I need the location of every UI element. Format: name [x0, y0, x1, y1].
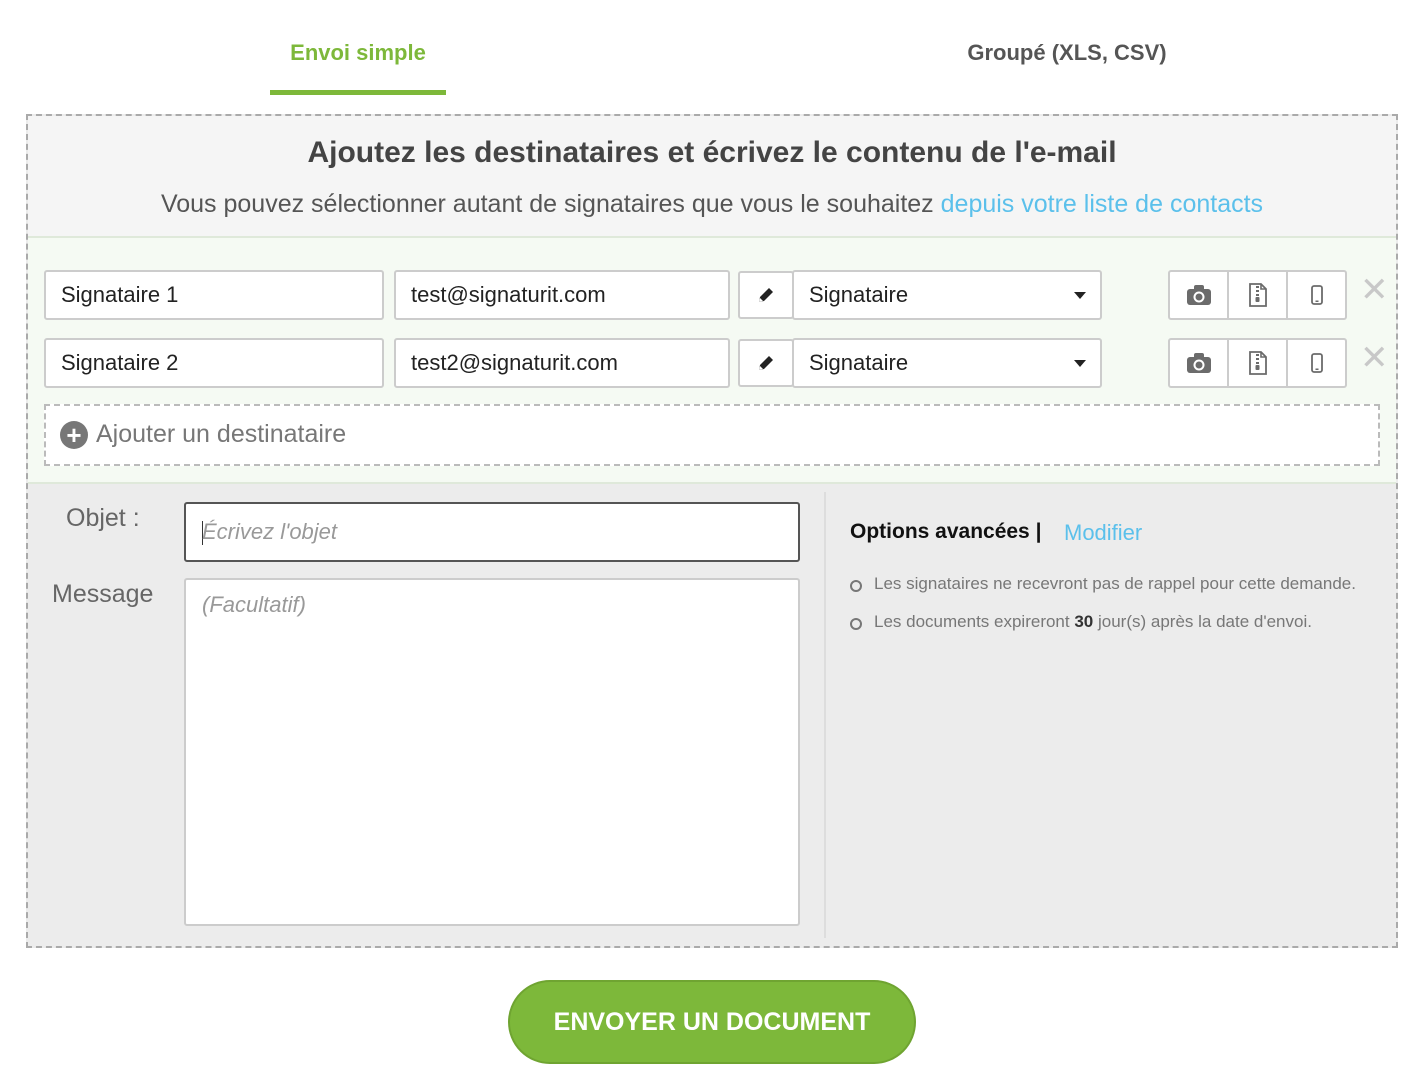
pencil-icon: [759, 356, 773, 370]
message-label: Message: [52, 580, 154, 608]
plus-circle-icon: +: [60, 421, 88, 449]
send-panel: Ajoutez les destinataires et écrivez le …: [26, 114, 1398, 948]
subject-label: Objet :: [66, 504, 140, 532]
active-tab-indicator: [270, 90, 446, 95]
add-recipient-label: Ajouter un destinataire: [96, 420, 347, 448]
mobile-phone-icon: [1310, 353, 1323, 373]
mobile-phone-icon: [1310, 285, 1323, 305]
option-item: Les signataires ne recevront pas de rapp…: [850, 574, 1356, 612]
camera-icon: [1186, 285, 1211, 305]
subtitle-text: Vous pouvez sélectionner autant de signa…: [160, 190, 934, 218]
photo-button[interactable]: [1168, 338, 1229, 388]
attachment-button[interactable]: [1227, 338, 1288, 388]
subject-placeholder: Écrivez l'objet: [202, 519, 338, 544]
panel-title: Ajoutez les destinataires et écrivez le …: [307, 136, 1117, 169]
advanced-options-title: Options avancées |: [850, 520, 1042, 543]
add-recipient-button[interactable]: + Ajouter un destinataire: [44, 404, 1380, 466]
camera-icon: [1186, 353, 1211, 373]
remove-recipient-icon[interactable]: ✕: [1360, 273, 1389, 307]
section-divider: [824, 492, 826, 938]
attachment-button[interactable]: [1227, 270, 1288, 320]
sms-button[interactable]: [1286, 338, 1347, 388]
recipients-section: Signataire 1 test@signaturit.com Signata…: [28, 238, 1396, 484]
message-placeholder: (Facultatif): [202, 592, 306, 617]
option-item: Les documents expireront 30 jour(s) aprè…: [850, 612, 1356, 650]
recipient-actions: [1168, 270, 1350, 320]
sms-button[interactable]: [1286, 270, 1347, 320]
panel-header: Ajoutez les destinataires et écrivez le …: [28, 116, 1396, 238]
role-select-value: Signataire: [809, 282, 909, 307]
recipient-email-input[interactable]: test2@signaturit.com: [394, 338, 730, 388]
contacts-link[interactable]: depuis votre liste de contacts: [941, 190, 1263, 218]
zip-file-icon: [1248, 351, 1267, 375]
recipient-name-input[interactable]: Signataire 2: [44, 338, 384, 388]
tab-groupe[interactable]: Groupé (XLS, CSV): [940, 40, 1194, 66]
zip-file-icon: [1248, 283, 1267, 307]
message-textarea[interactable]: (Facultatif): [184, 578, 800, 926]
role-select[interactable]: Signataire: [792, 270, 1102, 320]
photo-button[interactable]: [1168, 270, 1229, 320]
options-list: Les signataires ne recevront pas de rapp…: [850, 574, 1356, 650]
subject-input[interactable]: Écrivez l'objet: [184, 502, 800, 562]
edit-button[interactable]: [738, 339, 794, 387]
edit-button[interactable]: [738, 271, 794, 319]
recipient-email-input[interactable]: test@signaturit.com: [394, 270, 730, 320]
role-select[interactable]: Signataire: [792, 338, 1102, 388]
pencil-icon: [759, 288, 773, 302]
panel-subtitle: Vous pouvez sélectionner autant de signa…: [28, 190, 1396, 219]
remove-recipient-icon[interactable]: ✕: [1360, 341, 1389, 375]
tab-envoi-simple[interactable]: Envoi simple: [270, 40, 446, 66]
tab-bar: Envoi simple Groupé (XLS, CSV): [0, 0, 1424, 100]
send-document-button[interactable]: ENVOYER UN DOCUMENT: [508, 980, 916, 1064]
modify-options-link[interactable]: Modifier: [1064, 520, 1142, 546]
role-select-value: Signataire: [809, 350, 909, 375]
caret-down-icon: [1074, 292, 1086, 299]
recipient-name-input[interactable]: Signataire 1: [44, 270, 384, 320]
recipient-actions: [1168, 338, 1350, 388]
caret-down-icon: [1074, 360, 1086, 367]
